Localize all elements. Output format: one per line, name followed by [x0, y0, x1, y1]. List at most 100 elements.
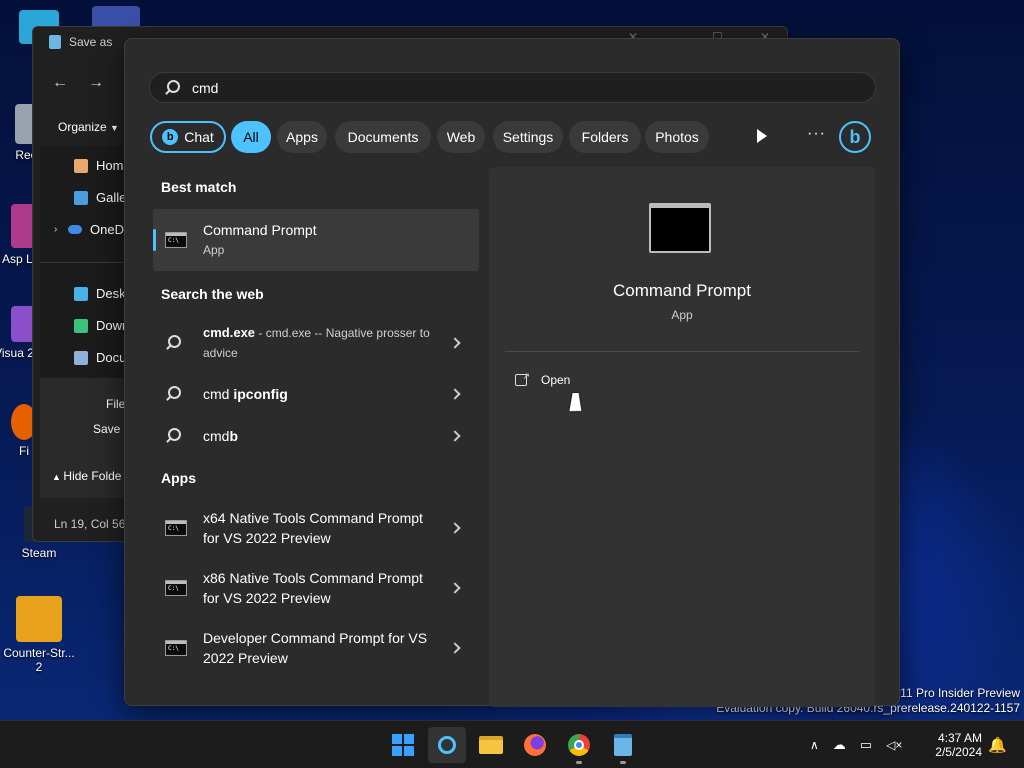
desktop-icon-label: Steam — [21, 546, 57, 560]
notepad-button[interactable] — [604, 727, 642, 763]
windows-logo-icon — [392, 734, 414, 756]
nav-item-documents[interactable]: Docu — [40, 350, 124, 365]
chevron-up-icon[interactable]: ∧ — [810, 738, 819, 752]
system-tray: ∧ ☁ ▭ ◁× — [810, 721, 902, 768]
play-icon[interactable] — [757, 129, 767, 143]
web-result[interactable]: cmd ipconfig — [153, 375, 479, 413]
search-icon — [438, 736, 456, 754]
bing-chat-icon: b — [162, 129, 179, 145]
preview-divider — [505, 351, 859, 352]
running-indicator — [620, 761, 626, 764]
filter-chip-chat[interactable]: b Chat — [150, 121, 226, 153]
taskbar: ∧ ☁ ▭ ◁× 4:37 AM 2/5/2024 🔔 — [0, 720, 1024, 768]
nav-item-desktop[interactable]: Deskt — [40, 286, 124, 301]
organize-button[interactable]: Organize ▼ — [58, 120, 119, 134]
hide-folders-button[interactable]: ▲ Hide Folde — [52, 469, 121, 483]
web-result-plain: cmd — [203, 428, 230, 444]
folder-icon — [479, 736, 503, 754]
watermark-edition: s 11 Pro Insider Preview — [890, 686, 1020, 700]
clock[interactable]: 4:37 AM 2/5/2024 — [922, 721, 982, 768]
web-result-bold: cmd.exe — [203, 325, 256, 340]
open-external-icon: ↗ — [515, 371, 530, 386]
web-result-bold: ipconfig — [233, 386, 288, 402]
desktop-icon-label: Counter-Str... 2 — [3, 646, 75, 674]
back-arrow-icon[interactable]: ← — [52, 74, 68, 92]
best-match-result[interactable]: Command Prompt App — [153, 209, 479, 271]
volume-muted-icon[interactable]: ◁× — [886, 738, 902, 752]
desktop-icon-label: Fi — [19, 444, 29, 458]
home-icon — [74, 158, 88, 173]
app-result-label: x64 Native Tools Command Prompt for VS 2… — [203, 510, 423, 546]
more-options-icon[interactable]: ··· — [807, 125, 826, 143]
search-icon — [164, 79, 180, 96]
save-as-title: Save as — [69, 35, 113, 49]
desktop-icon-counter-strike[interactable]: Counter-Str... 2 — [2, 596, 76, 674]
chrome-button[interactable] — [560, 727, 598, 763]
nav-label: Docu — [96, 350, 124, 365]
web-result-bold: b — [229, 428, 239, 444]
command-prompt-icon — [165, 580, 187, 596]
search-flyout: cmd b Chat All Apps Documents Web Settin… — [124, 38, 900, 707]
start-button[interactable] — [384, 727, 422, 763]
filter-chip-all[interactable]: All — [231, 121, 271, 153]
web-result[interactable]: cmd.exe - cmd.exe -- Nagative prosser to… — [153, 321, 479, 365]
chevron-right-icon: › — [54, 224, 58, 235]
filter-chip-apps[interactable]: Apps — [277, 121, 327, 153]
mouse-cursor-icon — [569, 393, 585, 411]
search-icon — [165, 386, 187, 402]
firefox-icon — [524, 734, 546, 756]
nav-item-gallery[interactable]: Galler — [40, 190, 124, 205]
command-prompt-icon — [165, 640, 187, 656]
clock-time: 4:37 AM — [937, 731, 982, 745]
preview-title: Command Prompt — [613, 281, 751, 300]
documents-icon — [74, 350, 88, 365]
command-prompt-large-icon — [649, 203, 711, 253]
nav-label: OneD — [90, 222, 124, 237]
nav-item-home[interactable]: Home — [40, 158, 124, 173]
selection-indicator — [153, 229, 156, 251]
notepad-icon — [614, 734, 632, 756]
search-button[interactable] — [428, 727, 466, 763]
notepad-status-bar: Ln 19, Col 56 — [54, 517, 126, 531]
best-match-text: Command Prompt App — [203, 220, 479, 260]
best-match-subtitle: App — [203, 243, 225, 257]
filter-chip-label: Chat — [184, 129, 214, 145]
filter-chip-settings[interactable]: Settings — [493, 121, 563, 153]
onedrive-offline-icon[interactable]: ☁ — [833, 737, 846, 753]
download-icon — [74, 318, 88, 333]
filter-chip-photos[interactable]: Photos — [645, 121, 709, 153]
notification-bell-icon[interactable]: 🔔 — [988, 721, 1007, 768]
running-indicator — [576, 761, 582, 764]
open-action[interactable]: ↗ Open — [515, 371, 570, 387]
web-result[interactable]: cmdb — [153, 417, 479, 455]
chevron-up-icon: ▲ — [52, 472, 64, 482]
filter-chip-label: Settings — [502, 129, 554, 145]
apps-heading: Apps — [161, 470, 196, 486]
web-result-plain: cmd — [203, 386, 234, 402]
file-explorer-button[interactable] — [472, 727, 510, 763]
network-icon[interactable]: ▭ — [860, 737, 872, 753]
firefox-button[interactable] — [516, 727, 554, 763]
preview-pane: Command Prompt App ↗ Open — [489, 167, 875, 707]
web-result-text: cmd.exe - cmd.exe -- Nagative prosser to… — [203, 323, 479, 363]
nav-item-downloads[interactable]: Down — [40, 318, 124, 333]
command-prompt-icon — [165, 520, 187, 536]
bing-icon[interactable]: b — [839, 121, 871, 153]
filter-chip-folders[interactable]: Folders — [569, 121, 641, 153]
filter-chip-documents[interactable]: Documents — [335, 121, 431, 153]
organize-label: Organize — [58, 120, 107, 134]
filter-chip-label: Apps — [286, 129, 318, 145]
app-result[interactable]: x86 Native Tools Command Prompt for VS 2… — [153, 565, 479, 611]
forward-arrow-icon[interactable]: → — [88, 74, 104, 92]
filter-chip-web[interactable]: Web — [437, 121, 485, 153]
search-input[interactable]: cmd — [149, 72, 876, 103]
notepad-icon — [49, 35, 61, 49]
app-result[interactable]: x64 Native Tools Command Prompt for VS 2… — [153, 505, 479, 551]
filter-chip-label: Photos — [655, 129, 699, 145]
nav-label: Down — [96, 318, 124, 333]
nav-item-onedrive[interactable]: › OneD — [40, 222, 124, 237]
app-result[interactable]: Developer Command Prompt for VS 2022 Pre… — [153, 625, 479, 671]
search-icon — [165, 428, 187, 444]
nav-label: Home — [96, 158, 124, 173]
web-result-text: cmdb — [203, 426, 479, 446]
